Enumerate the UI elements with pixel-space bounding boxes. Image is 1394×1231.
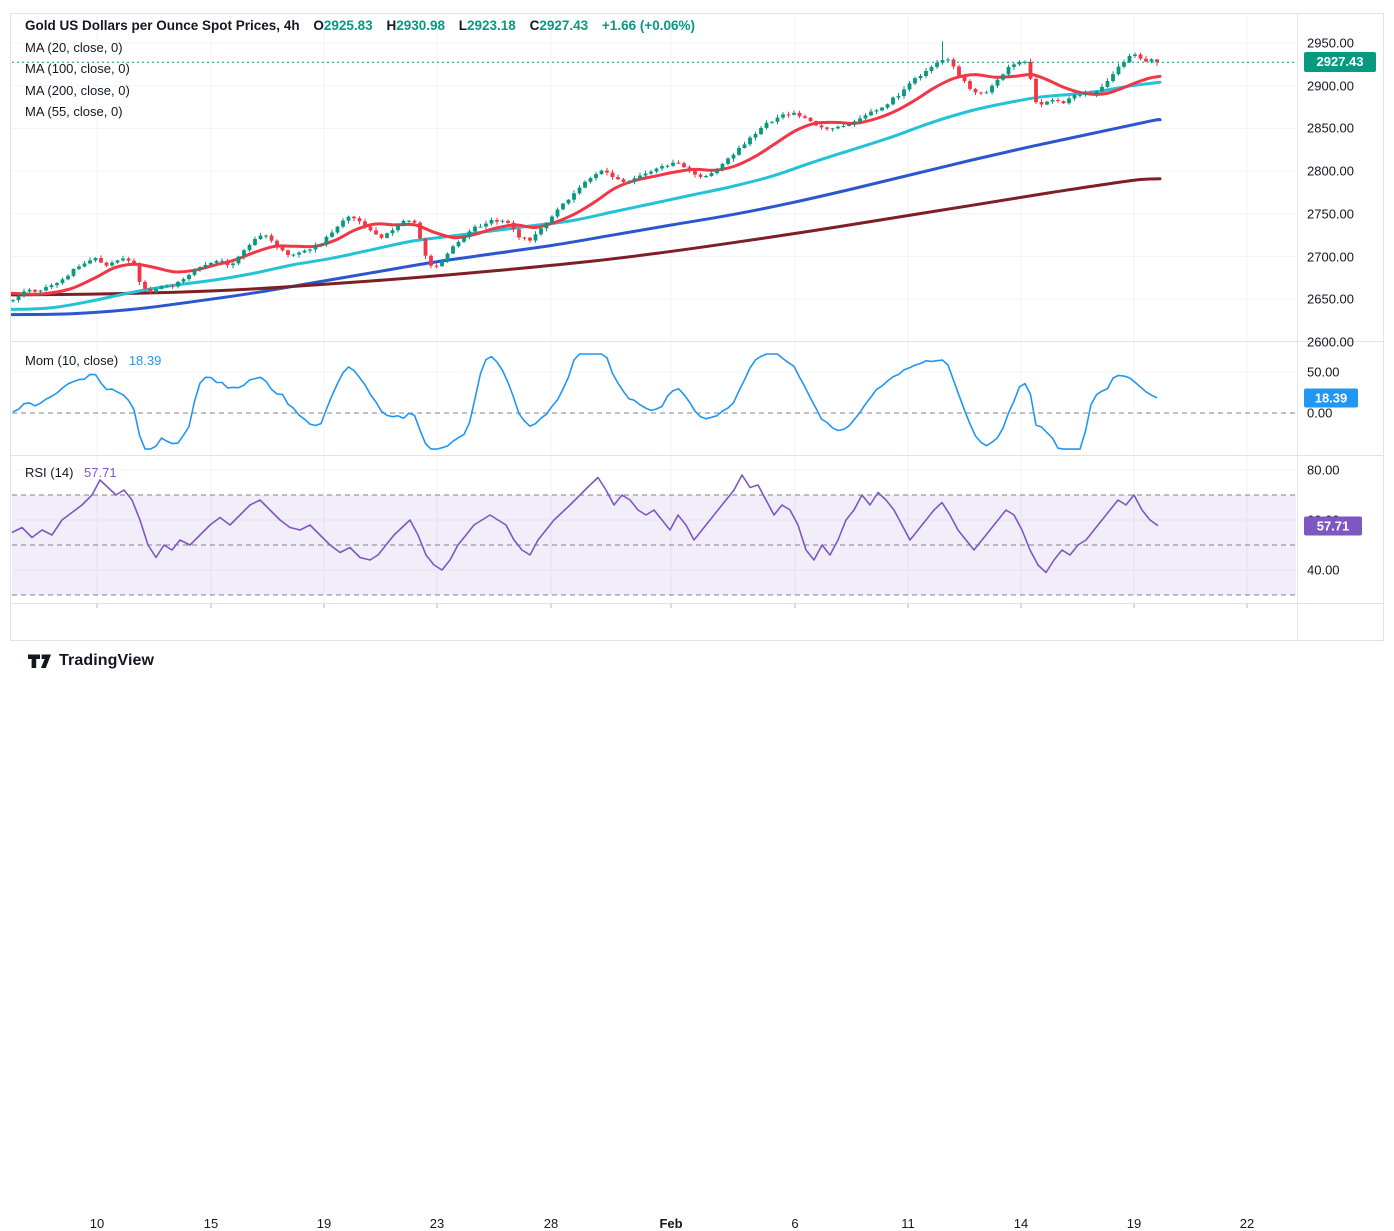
legend-ma-100[interactable]: MA (100, close, 0) bbox=[25, 61, 695, 76]
separator-main-mom[interactable] bbox=[10, 341, 1384, 342]
current-price-badge: 2927.43 bbox=[1304, 52, 1376, 72]
mom-series bbox=[13, 354, 1157, 449]
time-tick-label: 22 bbox=[1240, 1216, 1254, 1231]
legend-ma-55[interactable]: MA (55, close, 0) bbox=[25, 104, 695, 119]
price-tick-label: 2700.00 bbox=[1307, 249, 1354, 264]
separator-mom-rsi[interactable] bbox=[10, 455, 1384, 456]
rsi-legend[interactable]: RSI (14) 57.71 bbox=[25, 465, 117, 480]
ohlc-open-label: O bbox=[313, 18, 324, 33]
legend-ma-200[interactable]: MA (200, close, 0) bbox=[25, 83, 695, 98]
main-legend: Gold US Dollars per Ounce Spot Prices, 4… bbox=[25, 18, 695, 119]
price-tick-label: 2950.00 bbox=[1307, 36, 1354, 51]
ohlc-high-label: H bbox=[386, 18, 396, 33]
rsi-label: RSI (14) bbox=[25, 465, 73, 480]
ohlc-open-value: 2925.83 bbox=[324, 18, 373, 33]
time-tick-label: 19 bbox=[317, 1216, 331, 1231]
mom-value-badge: 18.39 bbox=[1304, 388, 1358, 407]
time-tick-label: 11 bbox=[901, 1216, 915, 1231]
mom-tick-label: 0.00 bbox=[1307, 406, 1332, 421]
time-axis[interactable]: 1015192328Feb611141922 bbox=[10, 603, 1297, 640]
mom-label: Mom (10, close) bbox=[25, 353, 118, 368]
rsi-value-badge: 57.71 bbox=[1304, 516, 1362, 535]
time-tick-label: 28 bbox=[544, 1216, 558, 1231]
price-tick-label: 2850.00 bbox=[1307, 121, 1354, 136]
time-tick-label: 23 bbox=[430, 1216, 444, 1231]
ohlc-high-value: 2930.98 bbox=[396, 18, 445, 33]
rsi-tick-label: 40.00 bbox=[1307, 563, 1340, 578]
ma200-line bbox=[12, 179, 1160, 295]
ohlc-close-value: 2927.43 bbox=[539, 18, 588, 33]
rsi-tick-label: 80.00 bbox=[1307, 463, 1340, 478]
price-tick-label: 2900.00 bbox=[1307, 78, 1354, 93]
tradingview-logo-text: TradingView bbox=[59, 652, 154, 670]
time-tick-label: Feb bbox=[659, 1216, 682, 1231]
time-tick-label: 15 bbox=[204, 1216, 218, 1231]
time-tick-label: 19 bbox=[1127, 1216, 1141, 1231]
price-tick-label: 2650.00 bbox=[1307, 292, 1354, 307]
ohlc-low-label: L bbox=[459, 18, 467, 33]
widget-border-left bbox=[10, 13, 11, 641]
mom-value: 18.39 bbox=[129, 353, 162, 368]
rsi-value: 57.71 bbox=[84, 465, 117, 480]
mom-tick-label: 50.00 bbox=[1307, 365, 1340, 380]
symbol-title: Gold US Dollars per Ounce Spot Prices, 4… bbox=[25, 18, 300, 33]
ohlc-close-label: C bbox=[530, 18, 540, 33]
price-tick-label: 2800.00 bbox=[1307, 164, 1354, 179]
chart-widget: Gold US Dollars per Ounce Spot Prices, 4… bbox=[0, 0, 1394, 686]
ohlc-change: +1.66 (+0.06%) bbox=[602, 18, 695, 33]
time-tick-label: 10 bbox=[90, 1216, 104, 1231]
mom-legend[interactable]: Mom (10, close) 18.39 bbox=[25, 353, 161, 368]
tradingview-logomark bbox=[28, 652, 52, 670]
price-tick-label: 2750.00 bbox=[1307, 206, 1354, 221]
time-tick-label: 6 bbox=[791, 1216, 798, 1231]
widget-border-top bbox=[10, 13, 1384, 14]
widget-border-bottom bbox=[10, 640, 1384, 641]
ohlc-low-value: 2923.18 bbox=[467, 18, 516, 33]
legend-ma-20[interactable]: MA (20, close, 0) bbox=[25, 40, 695, 55]
time-tick-label: 14 bbox=[1014, 1216, 1028, 1231]
symbol-title-row[interactable]: Gold US Dollars per Ounce Spot Prices, 4… bbox=[25, 18, 695, 33]
tradingview-logo[interactable]: TradingView bbox=[28, 652, 154, 670]
